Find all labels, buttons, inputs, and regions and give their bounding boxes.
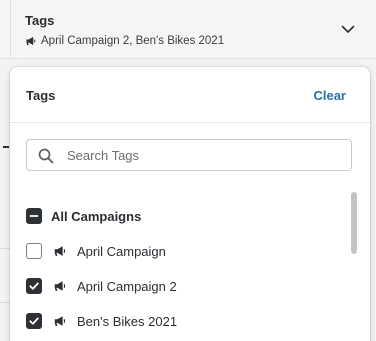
chevron-down-icon[interactable]: [339, 20, 357, 38]
clear-button[interactable]: Clear: [313, 88, 346, 103]
select-all-campaigns[interactable]: All Campaigns: [26, 205, 141, 227]
background-divider: [0, 248, 10, 249]
item-label: Ben's Bikes 2021: [77, 313, 178, 329]
select-all-checkbox[interactable]: [26, 208, 42, 224]
megaphone-icon: [54, 281, 66, 291]
megaphone-icon: [54, 316, 66, 326]
item-label: April Campaign: [77, 243, 166, 259]
panel-title: Tags: [26, 88, 56, 103]
tags-filter-dropdown[interactable]: Tags April Campaign 2, Ben's Bikes 2021: [0, 0, 376, 59]
background-divider: [0, 302, 10, 303]
item-checkbox[interactable]: [26, 278, 42, 294]
list-item[interactable]: April Campaign: [26, 240, 166, 262]
select-all-label: All Campaigns: [51, 208, 142, 224]
list-item[interactable]: Ben's Bikes 2021: [26, 310, 177, 332]
megaphone-icon: [54, 246, 66, 256]
tags-dropdown-panel: Tags Clear All Campaigns: [10, 67, 370, 341]
item-checkbox[interactable]: [26, 243, 42, 259]
item-checkbox[interactable]: [26, 313, 42, 329]
list-item[interactable]: April Campaign 2: [26, 275, 177, 297]
checkmark-icon: [29, 317, 39, 325]
divider: [10, 0, 11, 58]
search-input[interactable]: [67, 144, 337, 166]
panel-header: Tags Clear: [10, 67, 370, 123]
search-icon: [38, 148, 54, 164]
tags-list: All Campaigns April Campaign April Campa…: [10, 195, 348, 341]
filter-value-text: April Campaign 2, Ben's Bikes 2021: [41, 35, 225, 47]
background-element: [3, 146, 9, 148]
scrollbar-thumb[interactable]: [351, 192, 357, 254]
page: Tags April Campaign 2, Ben's Bikes 2021 …: [0, 0, 376, 341]
filter-selected-value: April Campaign 2, Ben's Bikes 2021: [25, 35, 224, 47]
search-field[interactable]: [26, 139, 352, 171]
scrollbar[interactable]: [349, 190, 359, 341]
checkmark-icon: [29, 282, 39, 290]
filter-title: Tags: [25, 13, 55, 28]
item-label: April Campaign 2: [77, 278, 177, 294]
megaphone-icon: [26, 36, 36, 46]
minus-icon: [29, 215, 39, 217]
